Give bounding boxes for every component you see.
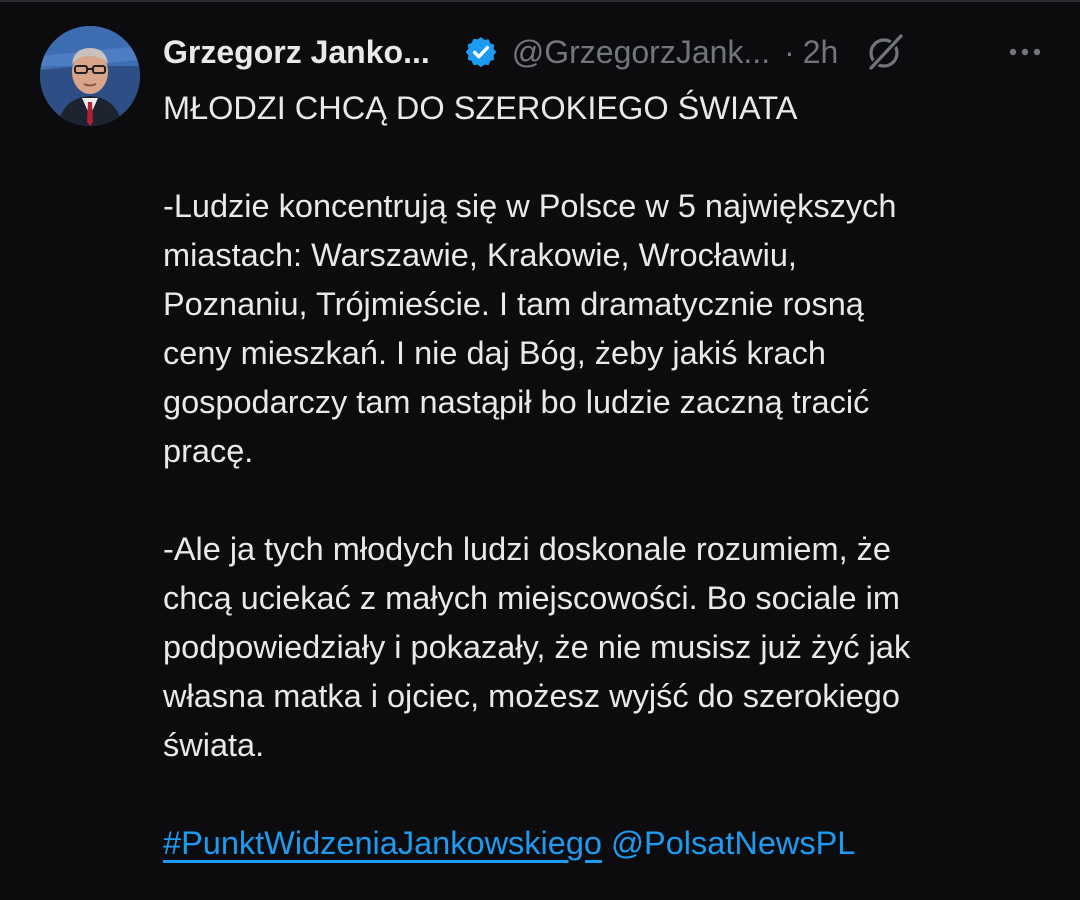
tags-line: #PunktWidzeniaJankowskiego @PolsatNewsPL — [163, 819, 1053, 868]
paragraph1-line: -Ludzie koncentrują się w Polsce w 5 naj… — [163, 188, 897, 224]
paragraph1-line: gospodarczy tam nastąpił bo ludzie zaczn… — [163, 384, 870, 420]
avatar[interactable] — [40, 26, 140, 126]
verified-badge-icon — [464, 35, 498, 69]
paragraph2-line: świata. — [163, 727, 265, 763]
tweet-headline: MŁODZI CHCĄ DO SZEROKIEGO ŚWIATA — [163, 90, 798, 126]
timestamp[interactable]: 2h — [803, 34, 839, 71]
paragraph2-line: chcą uciekać z małych miejscowości. Bo s… — [163, 580, 900, 616]
paragraph2-line: -Ale ja tych młodych ludzi doskonale roz… — [163, 531, 891, 567]
mention-link[interactable]: @PolsatNewsPL — [611, 825, 855, 861]
separator-dot: · — [784, 33, 795, 70]
paragraph1-line: miastach: Warszawie, Krakowie, Wrocławiu… — [163, 237, 797, 273]
author-name[interactable]: Grzegorz Janko... — [163, 34, 430, 71]
tweet[interactable]: Grzegorz Janko... @GrzegorzJank... · 2h — [0, 0, 1080, 900]
tweet-header: Grzegorz Janko... @GrzegorzJank... · 2h — [163, 28, 1063, 76]
author-handle[interactable]: @GrzegorzJank... — [512, 34, 770, 71]
paragraph1-line: Poznaniu, Trójmieście. I tam dramatyczni… — [163, 286, 864, 322]
grok-icon[interactable] — [864, 31, 906, 73]
more-options-icon[interactable] — [1005, 40, 1045, 64]
paragraph1-line: ceny mieszkań. I nie daj Bóg, żeby jakiś… — [163, 335, 826, 371]
paragraph1-line: pracę. — [163, 433, 254, 469]
paragraph2-line: podpowiedziały i pokazały, że nie musisz… — [163, 629, 911, 665]
tweet-text: MŁODZI CHCĄ DO SZEROKIEGO ŚWIATA -Ludzie… — [163, 84, 1053, 868]
paragraph2-line: własna matka i ojciec, możesz wyjść do s… — [163, 678, 900, 714]
hashtag-link[interactable]: #PunktWidzeniaJankowskiego — [163, 825, 602, 861]
